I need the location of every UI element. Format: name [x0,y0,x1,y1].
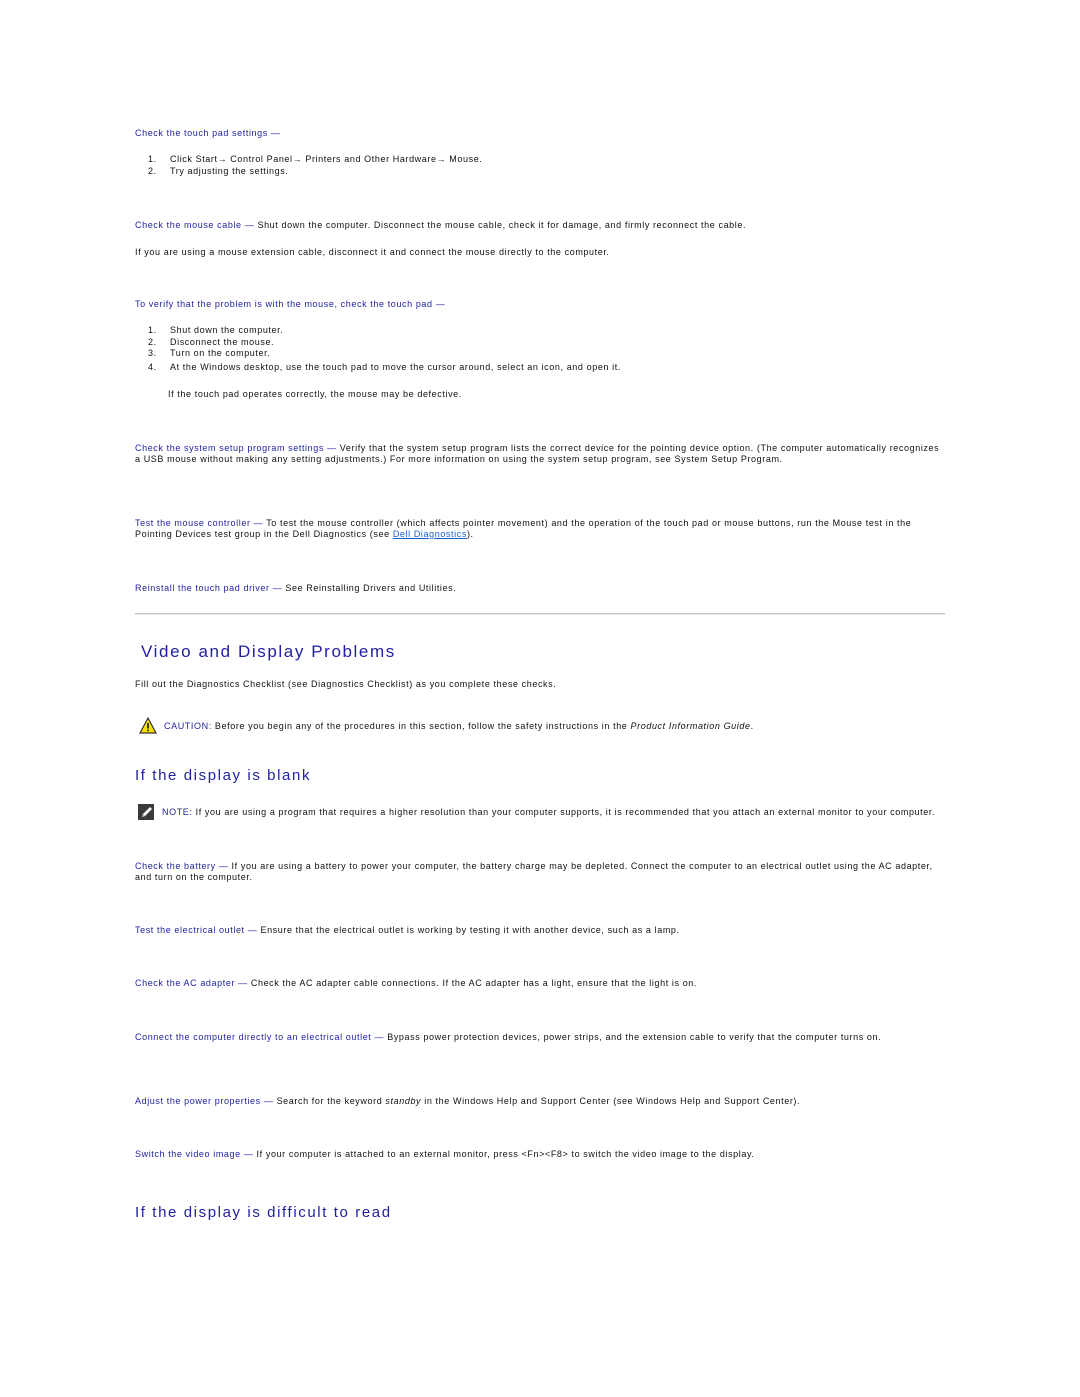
direct-outlet-text: Bypass power protection devices, power s… [384,1032,882,1042]
power-properties-text: Search for the keyword [273,1096,386,1106]
section-divider [135,613,945,615]
reinstall-driver-paragraph: Reinstall the touch pad driver — See Rei… [135,583,945,594]
mouse-cable-label: Check the mouse cable — [135,220,255,230]
power-properties-text-end: in the Windows Help and Support Center (… [421,1096,801,1106]
switch-video-label: Switch the video image — [135,1149,254,1159]
step-text: Click Start→ Control Panel→ Printers and… [170,154,483,164]
note-paragraph: NOTE: If you are using a program that re… [162,807,944,818]
verify-touchpad-heading: To verify that the problem is with the m… [135,299,446,309]
switch-video-paragraph: Switch the video image — If your compute… [135,1149,945,1160]
mouse-controller-label: Test the mouse controller — [135,518,264,528]
ac-adapter-label: Check the AC adapter — [135,978,248,988]
ac-adapter-paragraph: Check the AC adapter — Check the AC adap… [135,978,945,989]
reinstall-driver-text: See Reinstalling Drivers and Utilities. [282,583,457,593]
reinstall-driver-label: Reinstall the touch pad driver — [135,583,283,593]
caution-end: . [750,721,754,731]
step-number: 1. [148,154,157,164]
video-display-title: Video and Display Problems [141,642,396,661]
step-text: Disconnect the mouse. [170,336,275,347]
step-number: 2. [148,336,157,347]
list-item: 3. Turn on the computer. [135,348,621,360]
power-properties-paragraph: Adjust the power properties — Search for… [135,1096,945,1107]
check-battery-paragraph: Check the battery — If you are using a b… [135,861,945,883]
standby-keyword: standby [385,1096,422,1106]
check-battery-text: If you are using a battery to power your… [135,861,933,882]
caution-paragraph: CAUTION: Before you begin any of the pro… [164,721,944,732]
step-text: Try adjusting the settings. [170,165,289,176]
system-setup-label: Check the system setup program settings … [135,443,337,453]
direct-outlet-paragraph: Connect the computer directly to an elec… [135,1032,945,1043]
mouse-controller-paragraph: Test the mouse controller — To test the … [135,518,945,540]
list-item: 4. At the Windows desktop, use the touch … [135,362,621,374]
diagnostics-checklist-intro: Fill out the Diagnostics Checklist (see … [135,679,557,689]
display-blank-heading: If the display is blank [135,767,312,784]
list-item: 1. Shut down the computer. [135,325,621,337]
product-information-guide: Product Information Guide [630,721,751,731]
switch-video-text: If your computer is attached to an exter… [253,1149,755,1159]
list-item: 2. Disconnect the mouse. [135,337,621,349]
extension-cable-note: If you are using a mouse extension cable… [135,247,610,257]
ac-adapter-text: Check the AC adapter cable connections. … [247,978,698,988]
electrical-outlet-label: Test the electrical outlet — [135,925,258,935]
step-text: Turn on the computer. [170,348,271,358]
caution-text: Before you begin any of the procedures i… [211,721,631,731]
touchpad-settings-heading: Check the touch pad settings — [135,128,281,138]
power-properties-label: Adjust the power properties — [135,1096,274,1106]
list-item: 2. Try adjusting the settings. [135,166,482,178]
caution-label: CAUTION: [164,721,212,731]
electrical-outlet-text: Ensure that the electrical outlet is wor… [257,925,680,935]
step-number: 3. [148,348,157,358]
touchpad-settings-steps: 1. Click Start→ Control Panel→ Printers a… [135,154,482,177]
step-text: Shut down the computer. [170,325,284,335]
dell-diagnostics-link[interactable]: Dell Diagnostics [393,529,467,539]
electrical-outlet-paragraph: Test the electrical outlet — Ensure that… [135,925,945,936]
verify-touchpad-steps: 1. Shut down the computer. 2. Disconnect t… [135,325,621,373]
display-difficult-heading: If the display is difficult to read [135,1204,392,1221]
note-icon [138,804,154,820]
note-text: If you are using a program that requires… [192,807,936,817]
step-text: At the Windows desktop, use the touch pa… [170,361,621,372]
step-number: 4. [148,361,157,372]
touchpad-result-note: If the touch pad operates correctly, the… [168,389,462,399]
system-setup-paragraph: Check the system setup program settings … [135,443,945,465]
list-item: 1. Click Start→ Control Panel→ Printers a… [135,154,482,166]
check-battery-label: Check the battery — [135,861,229,871]
mouse-cable-text: Shut down the computer. Disconnect the m… [254,220,747,230]
direct-outlet-label: Connect the computer directly to an elec… [135,1032,385,1042]
mouse-controller-text-end: ). [466,529,474,539]
note-label: NOTE: [162,807,193,817]
mouse-cable-paragraph: Check the mouse cable — Shut down the co… [135,220,945,231]
step-number: 2. [148,165,157,176]
step-number: 1. [148,325,157,335]
caution-icon [139,716,157,735]
